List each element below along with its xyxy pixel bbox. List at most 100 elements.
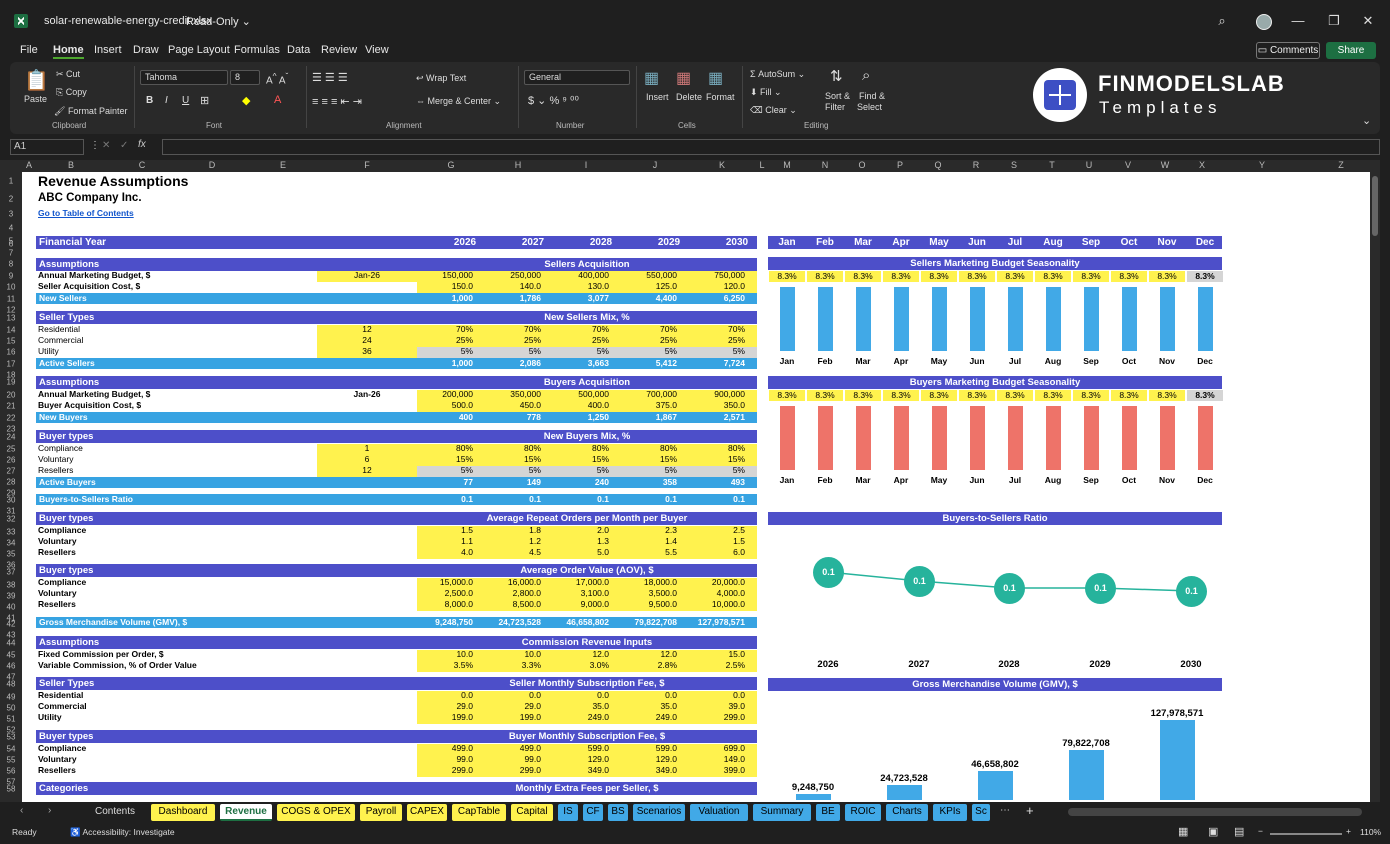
- year-value[interactable]: 5%: [627, 346, 677, 356]
- seasonality-pct-6[interactable]: 8.3%: [997, 390, 1033, 401]
- row-header-46[interactable]: 46: [0, 662, 22, 671]
- seasonality-pct-0[interactable]: 8.3%: [769, 390, 805, 401]
- row-header-39[interactable]: 39: [0, 592, 22, 601]
- number-format-select[interactable]: General: [524, 70, 630, 85]
- row-header-13[interactable]: 13: [0, 314, 22, 323]
- seasonality-pct-9[interactable]: 8.3%: [1111, 271, 1147, 282]
- year-value[interactable]: 125.0: [627, 281, 677, 291]
- row-header-54[interactable]: 54: [0, 745, 22, 754]
- row-header-7[interactable]: 7: [0, 249, 22, 258]
- year-value[interactable]: 0.0: [423, 690, 473, 700]
- seasonality-bar-3[interactable]: [894, 406, 909, 470]
- tab-capital[interactable]: Capital: [511, 804, 553, 821]
- italic-button[interactable]: I: [165, 95, 168, 106]
- year-value[interactable]: 70%: [423, 324, 473, 334]
- year-value[interactable]: 2.5%: [695, 660, 745, 670]
- seasonality-bar-6[interactable]: [1008, 406, 1023, 470]
- row-header-20[interactable]: 20: [0, 391, 22, 400]
- tab-be[interactable]: BE: [816, 804, 840, 821]
- year-value[interactable]: 750,000: [695, 270, 745, 280]
- year-value[interactable]: 9,000.0: [559, 599, 609, 609]
- zoom-out-icon[interactable]: −: [1258, 826, 1263, 836]
- year-value[interactable]: 550,000: [627, 270, 677, 280]
- year-value[interactable]: 400,000: [559, 270, 609, 280]
- font-color-icon[interactable]: A: [274, 94, 281, 106]
- row-header-27[interactable]: 27: [0, 467, 22, 476]
- menu-insert[interactable]: Insert: [94, 44, 122, 56]
- year-value[interactable]: 15%: [559, 454, 609, 464]
- year-value[interactable]: 149.0: [695, 754, 745, 764]
- tab-kpis[interactable]: KPIs: [933, 804, 967, 821]
- year-value[interactable]: 5%: [559, 346, 609, 356]
- row-header-21[interactable]: 21: [0, 402, 22, 411]
- row-header-22[interactable]: 22: [0, 414, 22, 423]
- row-header-19[interactable]: 19: [0, 378, 22, 387]
- column-header-y[interactable]: Y: [1259, 160, 1265, 170]
- row-header-33[interactable]: 33: [0, 528, 22, 537]
- seasonality-bar-4[interactable]: [932, 287, 947, 351]
- row-header-1[interactable]: 1: [0, 177, 22, 186]
- year-value[interactable]: 2.0: [559, 525, 609, 535]
- select-button[interactable]: Select: [857, 102, 882, 112]
- year-value[interactable]: 10.0: [491, 649, 541, 659]
- borders-icon[interactable]: ⊞: [200, 94, 209, 107]
- seasonality-pct-5[interactable]: 8.3%: [959, 271, 995, 282]
- accessibility-status[interactable]: ♿ Accessibility: Investigate: [70, 827, 175, 838]
- year-value[interactable]: 1.2: [491, 536, 541, 546]
- merge-center-button[interactable]: ⇔ Merge & Center ⌄: [416, 96, 501, 107]
- seasonality-bar-5[interactable]: [970, 406, 985, 470]
- year-value[interactable]: 5%: [695, 346, 745, 356]
- avatar[interactable]: [1256, 14, 1272, 30]
- year-value[interactable]: 450.0: [491, 400, 541, 410]
- column-header-v[interactable]: V: [1125, 160, 1131, 170]
- menu-data[interactable]: Data: [287, 44, 310, 56]
- year-value[interactable]: 15.0: [695, 649, 745, 659]
- menu-review[interactable]: Review: [321, 44, 357, 56]
- year-value[interactable]: 15%: [627, 454, 677, 464]
- year-value[interactable]: 900,000: [695, 389, 745, 399]
- column-header-x[interactable]: X: [1199, 160, 1205, 170]
- year-value[interactable]: 599.0: [627, 743, 677, 753]
- lifetime-value[interactable]: 1: [317, 443, 417, 453]
- year-value[interactable]: 3.0%: [559, 660, 609, 670]
- year-value[interactable]: 80%: [491, 443, 541, 453]
- gmv-bar-3[interactable]: [1069, 750, 1104, 800]
- row-header-48[interactable]: 48: [0, 680, 22, 689]
- minimize-icon[interactable]: —: [1284, 10, 1312, 32]
- horizontal-scrollbar[interactable]: [1068, 808, 1362, 816]
- sort-filter-icon[interactable]: ⇅: [830, 67, 843, 85]
- seasonality-pct-11[interactable]: 8.3%: [1187, 271, 1223, 282]
- seasonality-pct-4[interactable]: 8.3%: [921, 390, 957, 401]
- seasonality-pct-7[interactable]: 8.3%: [1035, 271, 1071, 282]
- menu-file[interactable]: File: [20, 44, 38, 56]
- lifetime-value[interactable]: 24: [317, 335, 417, 345]
- row-header-51[interactable]: 51: [0, 715, 22, 724]
- year-value[interactable]: 8,500.0: [491, 599, 541, 609]
- year-value[interactable]: 350.0: [695, 400, 745, 410]
- seasonality-pct-1[interactable]: 8.3%: [807, 390, 843, 401]
- year-value[interactable]: 20,000.0: [695, 577, 745, 587]
- year-value[interactable]: 25%: [423, 335, 473, 345]
- tab-scenarios[interactable]: Scenarios: [633, 804, 685, 821]
- row-header-53[interactable]: 53: [0, 733, 22, 742]
- year-value[interactable]: 5%: [559, 465, 609, 475]
- vertical-scrollbar[interactable]: [1370, 172, 1380, 802]
- lifetime-value[interactable]: Jan-26: [317, 270, 417, 280]
- year-value[interactable]: 25%: [695, 335, 745, 345]
- row-header-58[interactable]: 58: [0, 785, 22, 794]
- year-value[interactable]: 349.0: [627, 765, 677, 775]
- column-header-t[interactable]: T: [1049, 160, 1055, 170]
- year-value[interactable]: 15%: [695, 454, 745, 464]
- cancel-icon[interactable]: ✕: [102, 140, 110, 151]
- gmv-bar-1[interactable]: [887, 785, 922, 800]
- seasonality-bar-5[interactable]: [970, 287, 985, 351]
- row-header-14[interactable]: 14: [0, 326, 22, 335]
- cut-button[interactable]: ✂ Cut: [56, 69, 80, 80]
- seasonality-pct-1[interactable]: 8.3%: [807, 271, 843, 282]
- comments-button[interactable]: ▭ Comments: [1256, 42, 1320, 59]
- normal-view-icon[interactable]: ▦: [1178, 825, 1188, 838]
- align-top-icon[interactable]: ☰ ☰ ☰: [312, 71, 348, 84]
- row-header-55[interactable]: 55: [0, 756, 22, 765]
- year-value[interactable]: 9,500.0: [627, 599, 677, 609]
- seasonality-bar-10[interactable]: [1160, 287, 1175, 351]
